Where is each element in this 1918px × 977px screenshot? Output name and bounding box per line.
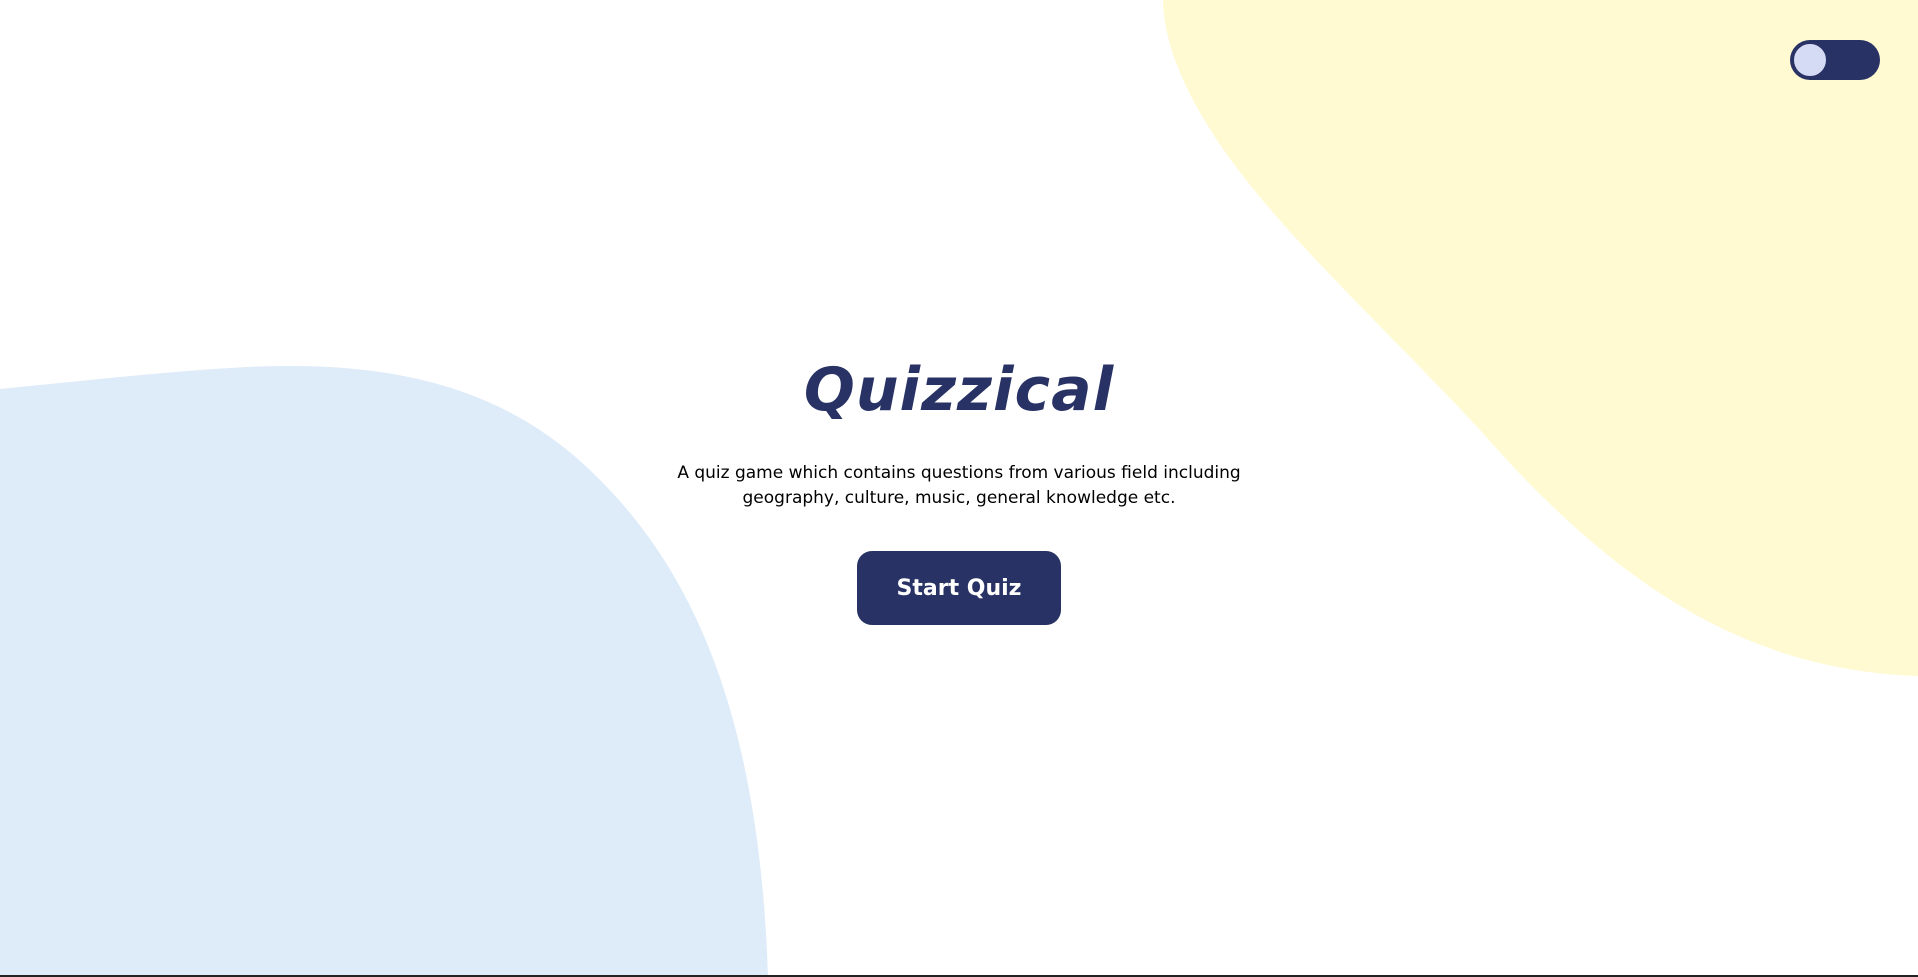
app-title: Quizzical <box>803 355 1115 425</box>
toggle-knob-icon <box>1792 42 1828 78</box>
app-description: A quiz game which contains questions fro… <box>677 463 1241 508</box>
start-quiz-button[interactable]: Start Quiz <box>857 551 1061 625</box>
start-screen: Quizzical A quiz game which contains que… <box>0 0 1918 977</box>
theme-toggle-switch[interactable] <box>1790 40 1880 80</box>
hero-section: Quizzical A quiz game which contains que… <box>0 345 1918 625</box>
